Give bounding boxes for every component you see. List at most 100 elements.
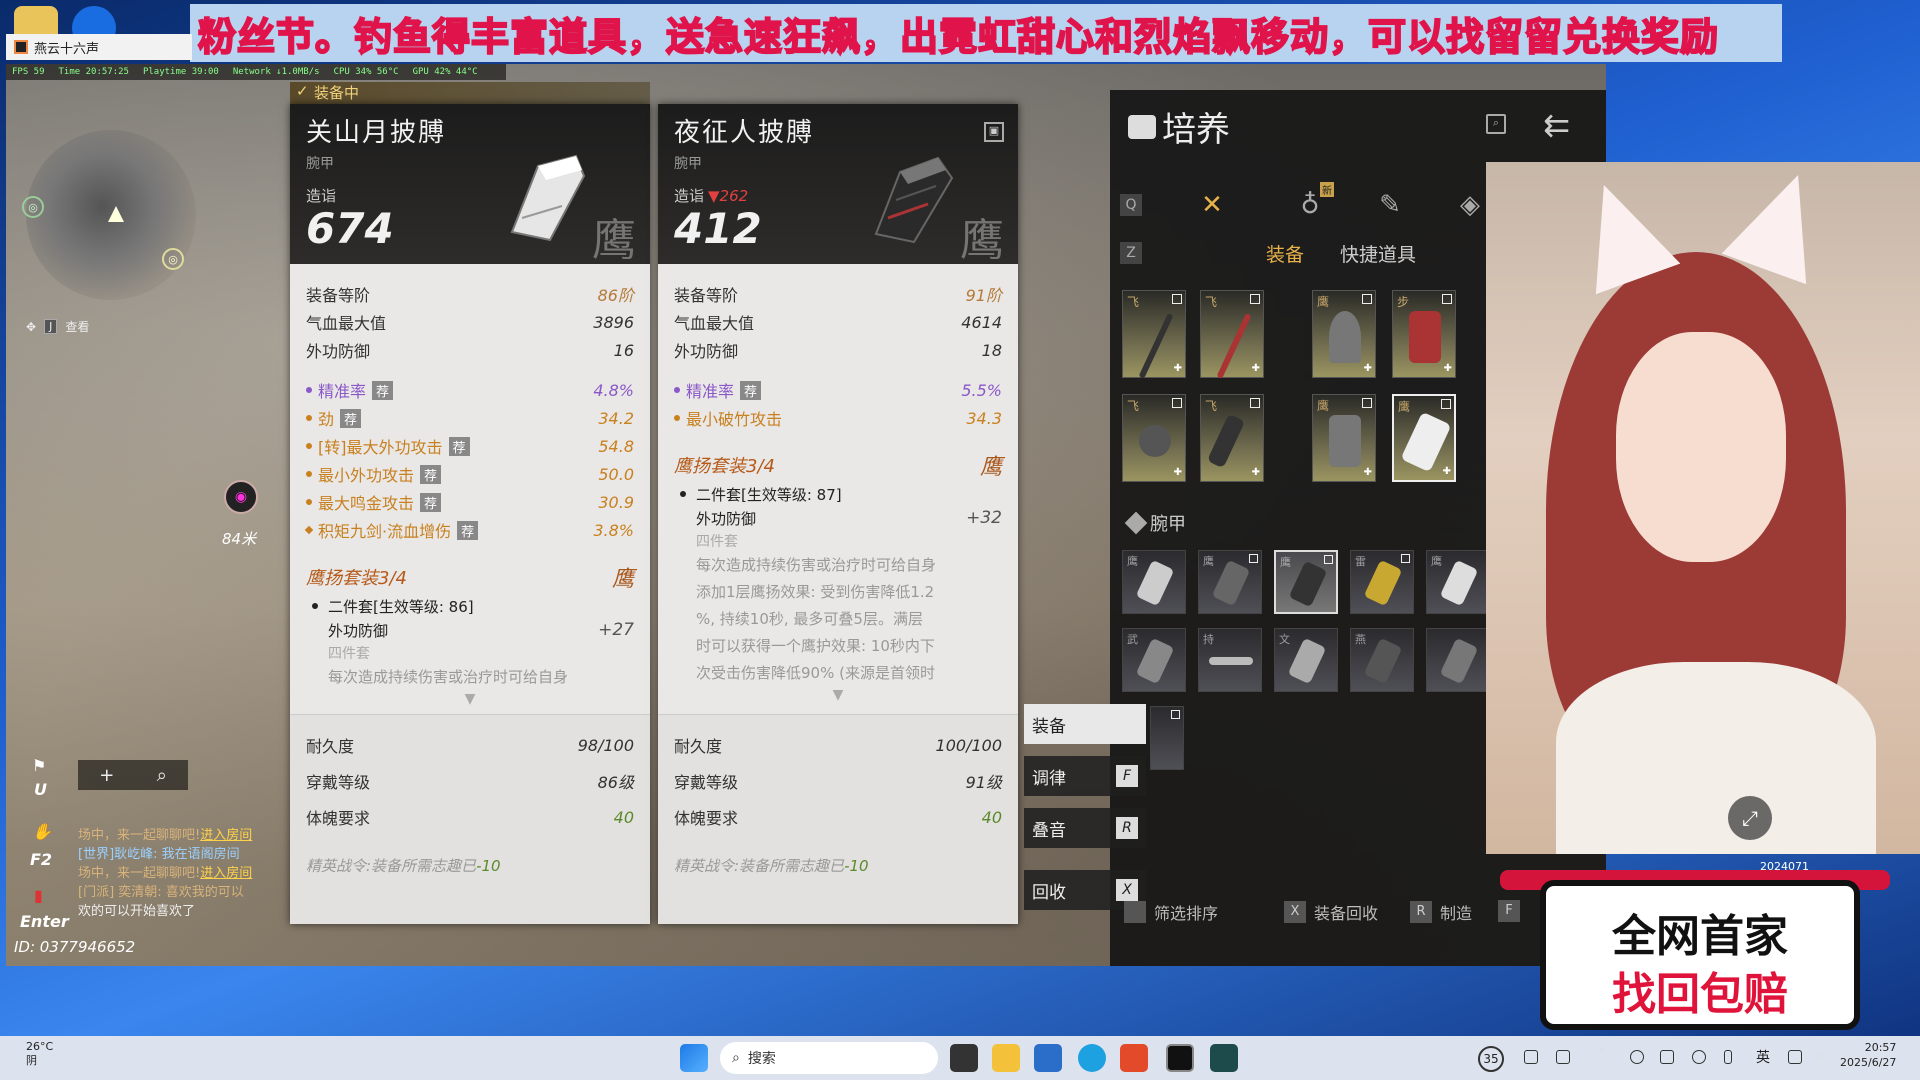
stream-banner: 粉丝节。钓鱼得丰富道具，送急速狂飙，出霓虹甜心和烈焰飘移动，可以找留留兑换奖励	[190, 4, 1782, 62]
chat-line: [世界]耿屹峰: 我在语阁房间	[78, 847, 240, 862]
tab-quick-items[interactable]: 快捷道具	[1340, 240, 1416, 267]
bracer-slot-hovered[interactable]: 鹰	[1274, 550, 1338, 614]
volume-icon[interactable]: ◁	[1814, 1048, 1828, 1062]
brush-icon: ✎	[1379, 190, 1401, 220]
bracer-slot[interactable]: 持	[1198, 628, 1262, 692]
shield-icon[interactable]	[1630, 1050, 1644, 1064]
player-arrow-icon	[108, 206, 124, 222]
map-zoom-controls[interactable]: + ⌕	[78, 760, 188, 790]
tab-equipment[interactable]: 装备	[1266, 240, 1304, 267]
scroll-down-icon[interactable]: ▼	[306, 691, 634, 707]
gpu-readout: GPU 42% 44°C	[412, 67, 478, 77]
item-stats: 装备等阶 91阶 气血最大值 4614 外功防御 18 精准率荐 5.5% 最小破竹攻击…	[658, 264, 1018, 703]
map-marker-icon[interactable]: ◎	[22, 196, 44, 218]
bracer-slot[interactable]: 燕	[1350, 628, 1414, 692]
chevron-up-icon[interactable]: ^	[1596, 1046, 1610, 1060]
bracer-slot[interactable]: 鹰	[1122, 550, 1186, 614]
edge-icon[interactable]	[1078, 1044, 1106, 1072]
tune-button[interactable]: 调律 F	[1024, 756, 1146, 796]
minimap[interactable]: ◎ ◎	[22, 130, 196, 300]
durability-row: 耐久度 98/100	[306, 735, 634, 757]
tab-items[interactable]: ♁ 新	[1290, 182, 1334, 230]
equip-slot[interactable]: 步 ✚	[1392, 290, 1456, 378]
item-action-menu: 装备 调律 F 叠音 R	[1024, 704, 1146, 860]
equip-slot[interactable]: 飞 ✚	[1200, 290, 1264, 379]
game-app-icon[interactable]	[1166, 1044, 1194, 1072]
stat-row: 气血最大值 3896	[306, 312, 634, 334]
stream-app-icon[interactable]	[1210, 1044, 1238, 1072]
equip-slot-selected[interactable]: 鹰 ✚	[1392, 394, 1456, 482]
hotkey-f2: F2	[30, 850, 53, 869]
f-hint[interactable]: F	[1498, 900, 1520, 922]
bracer-slot[interactable]	[1150, 706, 1184, 770]
map-marker-icon[interactable]: ◎	[162, 248, 184, 270]
bracer-slot[interactable]: 鹰	[1426, 550, 1490, 614]
chat-icon[interactable]: ▮	[34, 886, 43, 905]
app-icon[interactable]	[1120, 1044, 1148, 1072]
stack-button[interactable]: 叠音 R	[1024, 808, 1146, 848]
chat-log[interactable]: 场中，来一起聊聊吧!进入房间 [世界]耿屹峰: 我在语阁房间 场中，来一起聊聊吧…	[78, 826, 298, 921]
set-crest-icon: 鹰	[611, 567, 634, 592]
equip-slot[interactable]: 飞 ✚	[1122, 394, 1186, 482]
back-arrow-icon[interactable]: ⇇	[1543, 106, 1570, 144]
search-icon[interactable]: ⌕	[1486, 114, 1506, 134]
search-icon[interactable]: ⌕	[157, 765, 167, 786]
bracer-section-label: 腕甲	[1124, 510, 1186, 536]
bracer-slot[interactable]: 武	[1122, 628, 1186, 692]
hotkey-q: Q	[1120, 194, 1142, 216]
flag-icon[interactable]: ⚑	[32, 756, 46, 775]
equip-slot[interactable]: 飞 ✚	[1122, 290, 1186, 379]
item-name: 夜征人披膊	[674, 118, 815, 148]
sync-icon[interactable]	[1660, 1050, 1674, 1064]
network-icon[interactable]	[1692, 1050, 1706, 1064]
bracer-slot[interactable]: 文	[1274, 628, 1338, 692]
banner-text: 粉丝节。钓鱼得丰富道具，送急速狂飙，出霓虹甜心和烈焰飘移动，可以找留留兑换奖励	[197, 14, 1720, 60]
microphone-icon[interactable]	[1724, 1050, 1732, 1064]
tab-weapons[interactable]: ✕	[1192, 190, 1232, 230]
expand-icon[interactable]: ⤢	[1728, 796, 1772, 840]
lock-icon[interactable]: ▣	[984, 122, 1004, 142]
join-room-link[interactable]: 进入房间	[200, 828, 252, 843]
set-crest-icon: 鹰	[592, 215, 636, 266]
set-crest-icon: 鹰	[960, 215, 1004, 266]
task-view-icon[interactable]	[950, 1044, 978, 1072]
tray-icon[interactable]	[1556, 1050, 1570, 1064]
taskbar-clock[interactable]: 20:57 2025/6/27	[1840, 1040, 1896, 1070]
set-two-piece: 二件套[生效等级: 87]	[674, 482, 1002, 506]
recycle-hint[interactable]: X 装备回收	[1284, 900, 1378, 924]
notification-count[interactable]: 35	[1478, 1046, 1504, 1072]
ime-indicator[interactable]: 英	[1756, 1047, 1770, 1067]
set-two-piece-stat: 外功防御 +32	[696, 508, 1002, 528]
scroll-down-icon[interactable]: ▼	[674, 687, 1002, 703]
file-explorer-icon[interactable]	[992, 1044, 1020, 1072]
tray-icon[interactable]	[1524, 1050, 1538, 1064]
taskbar-search[interactable]: ⌕ 搜索	[720, 1042, 938, 1074]
filter-sort-hint[interactable]: 筛选排序	[1124, 900, 1218, 924]
equip-slot[interactable]: 飞 ✚	[1200, 394, 1264, 482]
chat-line: 场中，来一起聊聊吧!进入房间	[78, 866, 253, 881]
equip-slot[interactable]: 鹰 ✚	[1312, 290, 1376, 378]
sub-stat-row: 最小外功攻击荐 50.0	[306, 460, 634, 488]
equip-slot[interactable]: 鹰 ✚	[1312, 394, 1376, 482]
zoom-in-icon[interactable]: +	[99, 765, 114, 786]
set-crest-icon: 鹰	[979, 455, 1002, 480]
craft-hint[interactable]: R 制造	[1410, 900, 1472, 924]
hotkey-u: U	[34, 780, 47, 799]
display-icon[interactable]	[1788, 1050, 1802, 1064]
window-title-bar[interactable]: 燕云十六声	[6, 34, 192, 60]
equip-button[interactable]: 装备	[1024, 704, 1146, 744]
start-icon[interactable]	[680, 1044, 708, 1072]
bracer-slot[interactable]	[1426, 628, 1490, 692]
social-icon[interactable]: ✋	[32, 822, 52, 841]
pouch-icon: ♁	[1300, 190, 1320, 220]
tab-tools[interactable]: ✎	[1370, 190, 1410, 230]
waypoint-marker-icon[interactable]: ◉	[224, 480, 258, 514]
weather-widget[interactable]: 26°C 阴	[26, 1040, 53, 1068]
panel-title: 培养	[1128, 102, 1230, 151]
bracer-slot[interactable]: 鹰	[1198, 550, 1262, 614]
tab-more[interactable]: ◈	[1450, 190, 1490, 230]
store-icon[interactable]	[1034, 1044, 1062, 1072]
join-room-link[interactable]: 进入房间	[200, 866, 252, 881]
bracer-slot[interactable]: 雷	[1350, 550, 1414, 614]
look-hint[interactable]: ✥ J 查看	[26, 318, 89, 335]
